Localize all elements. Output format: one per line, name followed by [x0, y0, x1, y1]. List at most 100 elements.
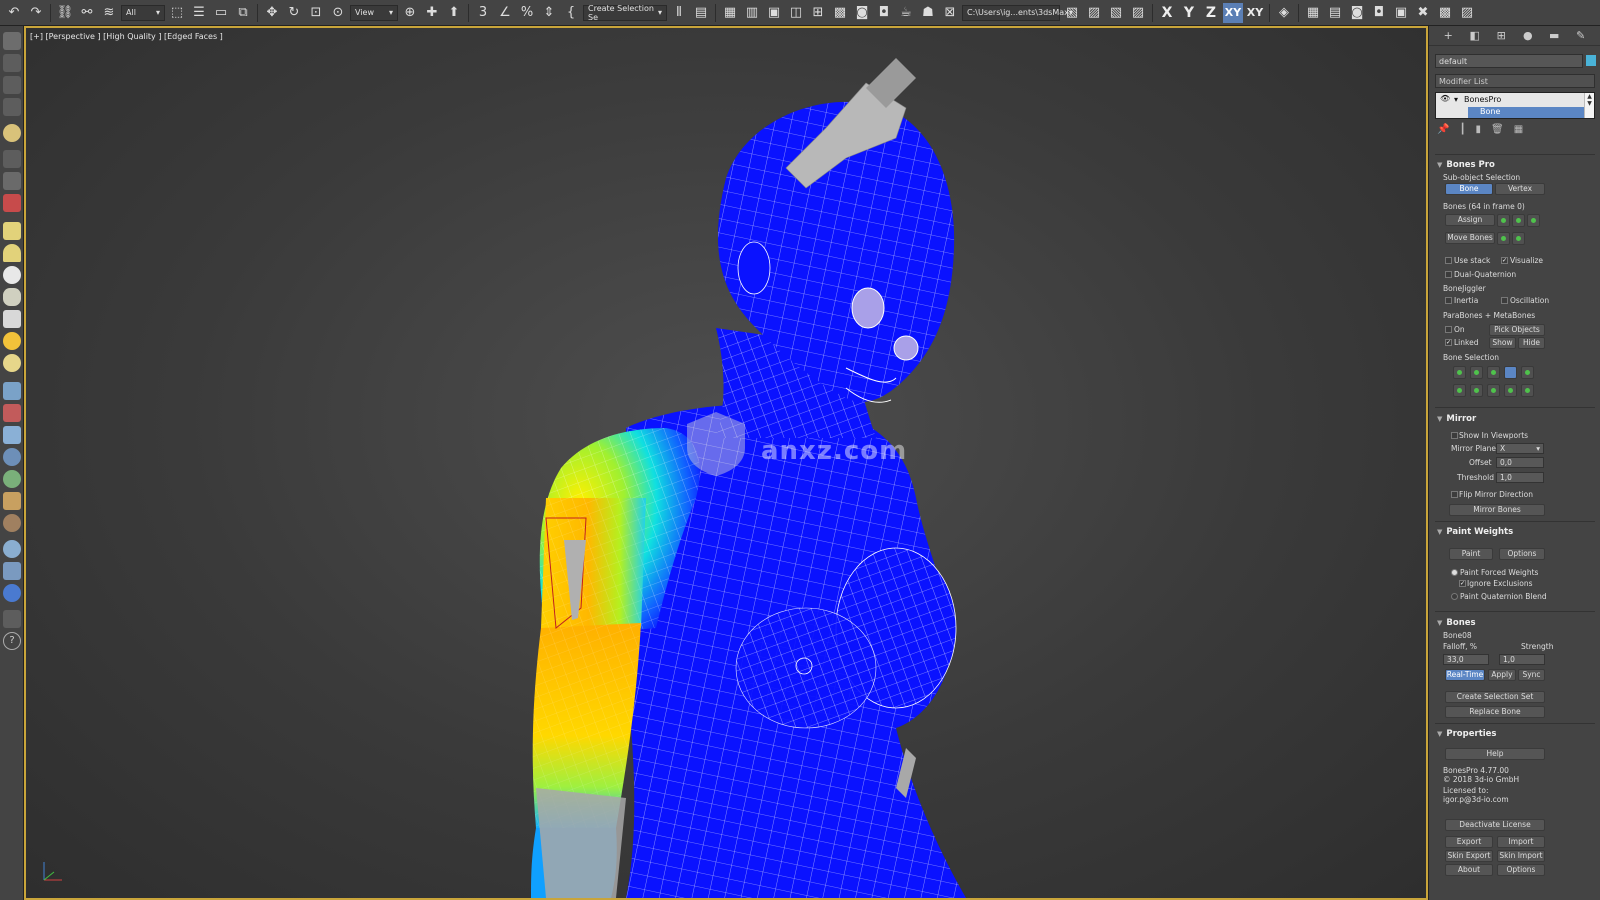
tool-icon-6[interactable]: ✖ [1413, 3, 1433, 23]
object-color-swatch[interactable] [1586, 55, 1596, 66]
scene-explorer-tool-icon[interactable] [3, 54, 21, 72]
placement-icon[interactable]: ⊙ [328, 3, 348, 23]
stack-item-bonespro[interactable]: 👁 ▾ BonesPro [1436, 94, 1586, 106]
configure-sets-icon[interactable]: ▦ [1514, 124, 1523, 136]
mirror-plane-dropdown[interactable]: X ▾ [1496, 443, 1544, 454]
properties-options-button[interactable]: Options [1497, 864, 1545, 876]
pill-tool-icon[interactable] [3, 404, 21, 422]
hierarchy-tab-icon[interactable]: ⊞ [1494, 29, 1508, 43]
eye-icon[interactable]: 👁 [1440, 94, 1450, 103]
pin-stack-icon[interactable]: 📌 [1437, 124, 1449, 136]
globe-tool-icon[interactable] [3, 448, 21, 466]
dual-quaternion-checkbox[interactable] [1445, 271, 1452, 278]
assign-tool-icon-2[interactable] [1512, 214, 1525, 227]
use-stack-checkbox[interactable] [1445, 257, 1452, 264]
schematic-view-icon[interactable]: ⊞ [808, 3, 828, 23]
material-ball-icon[interactable] [3, 540, 21, 558]
move-icon[interactable]: ✥ [262, 3, 282, 23]
viewport-layout-icon[interactable] [3, 32, 21, 50]
bone-select-icon-9[interactable] [1504, 384, 1517, 397]
strength-spinner[interactable]: 1,0 [1499, 654, 1545, 665]
paint-forced-radio[interactable] [1451, 569, 1458, 576]
named-selection-sets-dropdown[interactable]: Create Selection Se ▾ [583, 4, 667, 22]
unlink-icon[interactable]: ⚯ [77, 3, 97, 23]
visualize-checkbox[interactable]: ✓ [1501, 257, 1508, 264]
layer-explorer-icon[interactable]: ▦ [720, 3, 740, 23]
axis-x-button[interactable]: X [1157, 5, 1177, 21]
modifier-list-dropdown[interactable]: Modifier List [1435, 74, 1595, 88]
snap-toggle-icon[interactable]: 3 [473, 3, 493, 23]
tool-icon-1[interactable]: ▦ [1303, 3, 1323, 23]
map-tool-icon[interactable] [3, 562, 21, 580]
modify-tab-icon[interactable]: ◧ [1468, 29, 1482, 43]
apply-button[interactable]: Apply [1488, 669, 1516, 681]
ribbon-icon[interactable]: ▣ [764, 3, 784, 23]
motion-tab-icon[interactable]: ● [1521, 29, 1535, 43]
sphere-tool-icon[interactable] [3, 266, 21, 284]
inertia-checkbox[interactable] [1445, 297, 1452, 304]
bones-tool-icon[interactable] [3, 150, 21, 168]
show-end-result-icon[interactable]: ┃ [1459, 124, 1465, 136]
render-setup-icon[interactable]: ◙ [852, 3, 872, 23]
spinner-snap-icon[interactable]: ⇕ [539, 3, 559, 23]
pick-objects-button[interactable]: Pick Objects [1489, 324, 1545, 336]
render-icon[interactable]: ☕ [896, 3, 916, 23]
bone-select-icon-5[interactable] [1521, 366, 1534, 379]
remove-modifier-icon[interactable]: 🗑 [1491, 124, 1504, 136]
bone-select-icon-2[interactable] [1470, 366, 1483, 379]
utilities-tab-icon[interactable]: ✎ [1574, 29, 1588, 43]
tool-icon-8[interactable]: ▨ [1457, 3, 1477, 23]
script-icon-1[interactable]: ▧ [1062, 3, 1082, 23]
pivot-center-icon[interactable]: ⊕ [400, 3, 420, 23]
axis-z-button[interactable]: Z [1201, 5, 1221, 21]
render-cloud-icon[interactable]: ⊠ [940, 3, 960, 23]
realtime-button[interactable]: Real-Time [1445, 669, 1485, 681]
move-tool-icon-2[interactable] [1512, 232, 1525, 245]
rendered-frame-icon[interactable]: ◘ [874, 3, 894, 23]
help-icon[interactable]: ? [3, 632, 21, 650]
list-tool-icon[interactable] [3, 98, 21, 116]
teapot-tool-icon[interactable] [3, 288, 21, 306]
undo-icon[interactable]: ↶ [4, 3, 24, 23]
scale-icon[interactable]: ⊡ [306, 3, 326, 23]
window-crossing-icon[interactable]: ⧉ [233, 3, 253, 23]
tool-icon-2[interactable]: ▤ [1325, 3, 1345, 23]
bind-spacewarp-icon[interactable]: ≋ [99, 3, 119, 23]
layer-tool-icon[interactable] [3, 76, 21, 94]
select-manipulate-icon[interactable]: ✚ [422, 3, 442, 23]
axis-xy-cycle-button[interactable]: XY [1245, 6, 1265, 19]
object-name-field[interactable]: default [1435, 54, 1583, 68]
material-editor-icon[interactable]: ▩ [830, 3, 850, 23]
redo-icon[interactable]: ↷ [26, 3, 46, 23]
angle-snap-icon[interactable]: ∠ [495, 3, 515, 23]
script-icon-2[interactable]: ▨ [1084, 3, 1104, 23]
display-tab-icon[interactable]: ▬ [1547, 29, 1561, 43]
paint-quaternion-radio[interactable] [1451, 593, 1458, 600]
selection-filter-dropdown[interactable]: All ▾ [121, 4, 165, 21]
create-selection-set-button[interactable]: Create Selection Set [1445, 691, 1545, 703]
flip-mirror-checkbox[interactable] [1451, 491, 1458, 498]
create-tab-icon[interactable]: + [1441, 29, 1455, 43]
tool-icon-4[interactable]: ◘ [1369, 3, 1389, 23]
stack-scrollbar[interactable]: ▲ ▼ [1584, 93, 1594, 118]
assign-button[interactable]: Assign [1445, 214, 1495, 226]
shell-tool-icon[interactable] [3, 514, 21, 532]
ball-tool-icon[interactable] [3, 354, 21, 372]
modifier-stack[interactable]: 👁 ▾ BonesPro Bone ▲ ▼ [1435, 92, 1595, 119]
scene-explorer-icon[interactable]: ▥ [742, 3, 762, 23]
import-button[interactable]: Import [1497, 836, 1545, 848]
bone-select-icon-7[interactable] [1470, 384, 1483, 397]
deactivate-license-button[interactable]: Deactivate License [1445, 819, 1545, 831]
paint-options-button[interactable]: Options [1499, 548, 1545, 560]
bone-select-icon-6[interactable] [1453, 384, 1466, 397]
pyramid-tool-icon[interactable] [3, 426, 21, 444]
rectangular-selection-icon[interactable]: ▭ [211, 3, 231, 23]
script-icon-3[interactable]: ▧ [1106, 3, 1126, 23]
falloff-spinner[interactable]: 33,0 [1443, 654, 1489, 665]
misc-tool-icon[interactable] [3, 610, 21, 628]
dome-tool-icon[interactable] [3, 244, 21, 262]
render-iterative-icon[interactable]: ☗ [918, 3, 938, 23]
show-in-viewports-checkbox[interactable] [1451, 432, 1458, 439]
replace-bone-button[interactable]: Replace Bone [1445, 706, 1545, 718]
hide-button[interactable]: Hide [1518, 337, 1545, 349]
